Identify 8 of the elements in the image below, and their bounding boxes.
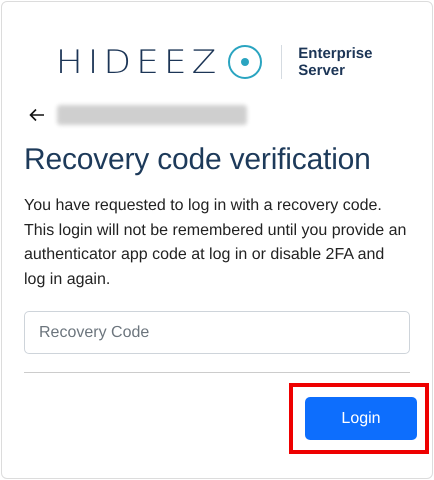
- description-text: You have requested to log in with a recovery code. This login will not be remembered until you provide an authenticator app code at log in or disable 2FA and log in again.: [24, 196, 408, 290]
- login-button[interactable]: Login: [305, 397, 417, 440]
- logo-wordmark: HIDEEZ: [56, 44, 222, 80]
- product-name: Enterprise Server: [298, 45, 374, 79]
- page-heading: Recovery code verification: [24, 142, 372, 178]
- ring-logo-icon: [227, 44, 264, 80]
- back-arrow-icon[interactable]: [29, 108, 45, 122]
- recovery-code-field[interactable]: Recovery Code: [24, 311, 410, 354]
